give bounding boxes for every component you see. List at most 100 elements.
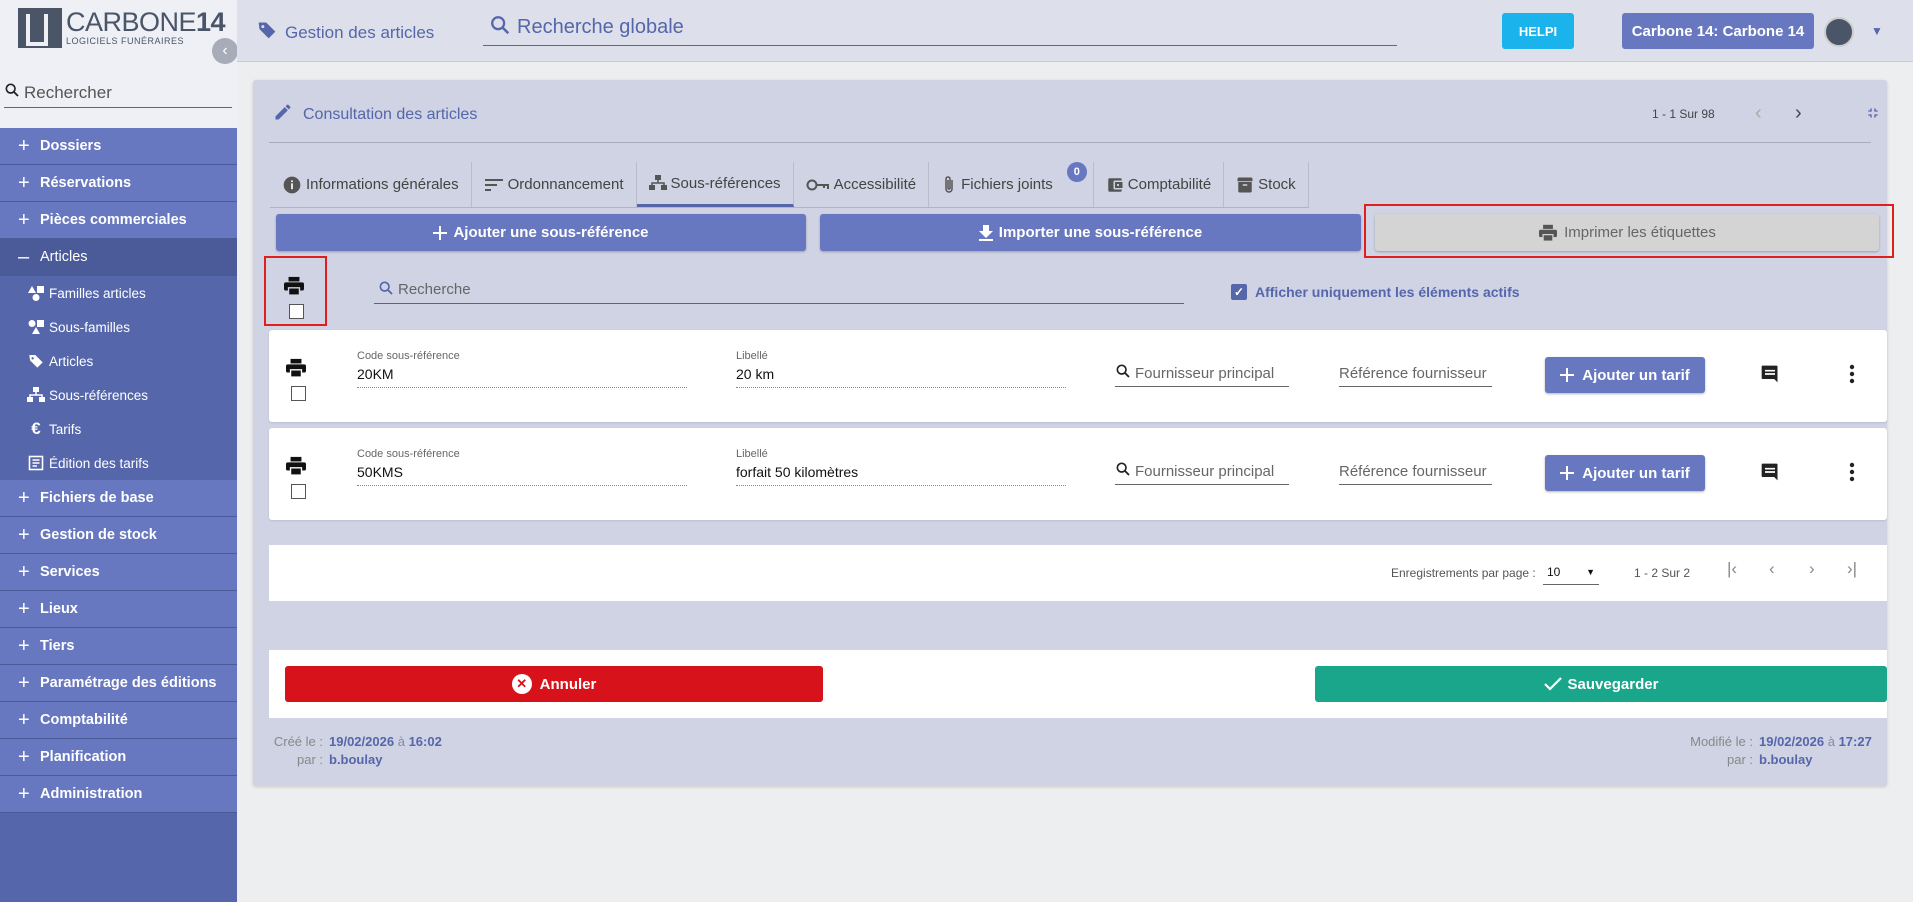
cancel-button[interactable]: ✕ Annuler xyxy=(285,666,823,702)
comment-icon[interactable] xyxy=(1759,462,1781,487)
plus-icon: + xyxy=(18,634,30,657)
sidebar-subitem-tarifs[interactable]: € Tarifs xyxy=(0,412,237,446)
add-tarif-button[interactable]: Ajouter un tarif xyxy=(1545,455,1705,491)
sidebar-item-comptabilite[interactable]: + Comptabilité xyxy=(0,702,237,739)
sidebar-subitem-familles-articles[interactable]: Familles articles xyxy=(0,276,237,310)
modified-at: à xyxy=(1827,734,1835,749)
code-value: 50KMS xyxy=(357,464,687,486)
last-page-icon[interactable]: ›| xyxy=(1847,559,1857,579)
tab-accessibilite[interactable]: Accessibilité xyxy=(794,162,930,207)
first-page-icon[interactable]: |‹ xyxy=(1727,559,1737,579)
sidebar-item-label: Gestion de stock xyxy=(40,527,157,543)
tab-comptabilite[interactable]: Comptabilité xyxy=(1094,162,1225,207)
supplier-reference-input[interactable]: Référence fournisseur xyxy=(1339,458,1492,485)
helpi-button[interactable]: HELPI xyxy=(1502,13,1574,49)
page-size-value: 10 xyxy=(1547,564,1561,579)
sidebar-item-articles[interactable]: – Articles xyxy=(0,239,237,276)
sidebar-item-administration[interactable]: + Administration xyxy=(0,776,237,813)
collapse-sidebar-button[interactable]: ‹ xyxy=(212,38,238,64)
sidebar-subitem-edition-des-tarifs[interactable]: Édition des tarifs xyxy=(0,446,237,480)
more-vert-icon[interactable] xyxy=(1849,462,1855,487)
code-field[interactable]: Code sous-référence 50KMS xyxy=(357,448,687,486)
sidebar-subitem-sous-familles[interactable]: Sous-familles xyxy=(0,310,237,344)
tab-bar: Informations générales Ordonnancement So… xyxy=(270,162,1309,208)
user-account-button[interactable]: Carbone 14: Carbone 14 xyxy=(1622,13,1814,49)
sidebar-search-placeholder: Rechercher xyxy=(24,82,112,102)
sidebar-subitem-articles[interactable]: Articles xyxy=(0,344,237,378)
sub-reference-search-input[interactable]: Recherche xyxy=(374,276,1184,304)
save-button[interactable]: Sauvegarder xyxy=(1315,666,1887,702)
plus-icon: + xyxy=(18,208,30,231)
chevron-down-icon[interactable]: ▼ xyxy=(1871,24,1883,38)
check-icon: ✓ xyxy=(1231,284,1247,300)
modified-info: Modifié le : 19/02/2026 à 17:27 par : b.bo… xyxy=(1679,734,1872,770)
sidebar-item-lieux[interactable]: + Lieux xyxy=(0,591,237,628)
sidebar-item-tiers[interactable]: + Tiers xyxy=(0,628,237,665)
next-record-button[interactable]: › xyxy=(1795,102,1802,125)
tab-label: Accessibilité xyxy=(833,176,917,193)
modified-date: 19/02/2026 xyxy=(1759,734,1825,749)
plus-icon: + xyxy=(18,486,30,509)
avatar[interactable] xyxy=(1824,17,1854,47)
sidebar-subitem-sous-references[interactable]: Sous-références xyxy=(0,378,237,412)
row-checkbox[interactable] xyxy=(291,386,306,401)
global-search-input[interactable]: Recherche globale xyxy=(483,10,1397,46)
tab-informations-generales[interactable]: Informations générales xyxy=(270,162,472,207)
plus-icon xyxy=(1560,368,1575,382)
tab-ordonnancement[interactable]: Ordonnancement xyxy=(472,162,637,207)
code-field[interactable]: Code sous-référence 20KM xyxy=(357,350,687,388)
plus-icon: + xyxy=(18,560,30,583)
sidebar-item-gestion-de-stock[interactable]: + Gestion de stock xyxy=(0,517,237,554)
record-pager: 1 - 1 Sur 98 xyxy=(1652,107,1715,121)
tab-stock[interactable]: Stock xyxy=(1224,162,1309,207)
plus-icon: + xyxy=(18,782,30,805)
sidebar-item-services[interactable]: + Services xyxy=(0,554,237,591)
sidebar-search-input[interactable]: Rechercher xyxy=(4,78,232,108)
active-only-checkbox[interactable]: ✓ Afficher uniquement les éléments actif… xyxy=(1231,284,1520,300)
supplier-search-input[interactable]: Fournisseur principal xyxy=(1115,458,1289,485)
import-sub-reference-button[interactable]: Importer une sous-référence xyxy=(820,214,1361,251)
logo-title: CARBONE xyxy=(66,7,197,37)
supplier-reference-input[interactable]: Référence fournisseur xyxy=(1339,360,1492,387)
sidebar-item-label: Dossiers xyxy=(40,138,102,154)
add-sub-reference-button[interactable]: Ajouter une sous-référence xyxy=(276,214,806,251)
sidebar-item-reservations[interactable]: + Réservations xyxy=(0,165,237,202)
row-print-toggle[interactable] xyxy=(285,358,307,401)
row-print-toggle[interactable] xyxy=(285,456,307,499)
global-search-placeholder: Recherche globale xyxy=(517,16,684,38)
sidebar-item-parametrage-des-editions[interactable]: + Paramétrage des éditions xyxy=(0,665,237,702)
highlight-box xyxy=(1364,204,1894,258)
add-tarif-button[interactable]: Ajouter un tarif xyxy=(1545,357,1705,393)
more-vert-icon[interactable] xyxy=(1849,364,1855,389)
sidebar-item-planification[interactable]: + Planification xyxy=(0,739,237,776)
sidebar-item-label: Paramétrage des éditions xyxy=(40,675,217,691)
logo[interactable]: CARBONE14 LOGICIELS FUNÉRAIRES xyxy=(18,7,226,48)
previous-page-icon[interactable]: ‹ xyxy=(1769,559,1775,579)
modified-label: Modifié le : xyxy=(1690,734,1753,749)
tab-label: Comptabilité xyxy=(1127,176,1212,193)
previous-record-button[interactable]: ‹ xyxy=(1755,102,1762,125)
modified-time: 17:27 xyxy=(1838,734,1872,749)
chevron-left-icon: ‹ xyxy=(222,42,228,59)
sidebar-item-fichiers-de-base[interactable]: + Fichiers de base xyxy=(0,480,237,517)
comment-icon[interactable] xyxy=(1759,364,1781,389)
supplier-placeholder: Fournisseur principal xyxy=(1135,364,1275,382)
paginator: Enregistrements par page : 10 ▼ 1 - 2 Su… xyxy=(269,545,1887,601)
tab-fichiers-joints[interactable]: Fichiers joints 0 xyxy=(929,162,1094,207)
next-page-icon[interactable]: › xyxy=(1809,559,1815,579)
code-label: Code sous-référence xyxy=(357,448,460,460)
sidebar-item-pieces-commerciales[interactable]: + Pièces commerciales xyxy=(0,202,237,239)
row-checkbox[interactable] xyxy=(291,484,306,499)
minus-icon: – xyxy=(18,245,30,268)
active-only-label: Afficher uniquement les éléments actifs xyxy=(1255,284,1520,300)
supplier-search-input[interactable]: Fournisseur principal xyxy=(1115,360,1289,387)
search-icon xyxy=(378,280,394,300)
libelle-field[interactable]: Libellé forfait 50 kilomètres xyxy=(736,448,1066,486)
sidebar-item-dossiers[interactable]: + Dossiers xyxy=(0,128,237,165)
edit-doc-icon xyxy=(24,455,48,471)
exit-fullscreen-icon[interactable] xyxy=(1865,105,1881,126)
tab-sous-references[interactable]: Sous-références xyxy=(636,162,794,207)
sidebar-item-label: Planification xyxy=(40,749,127,765)
libelle-field[interactable]: Libellé 20 km xyxy=(736,350,1066,388)
page-size-select[interactable]: 10 ▼ xyxy=(1543,559,1599,585)
